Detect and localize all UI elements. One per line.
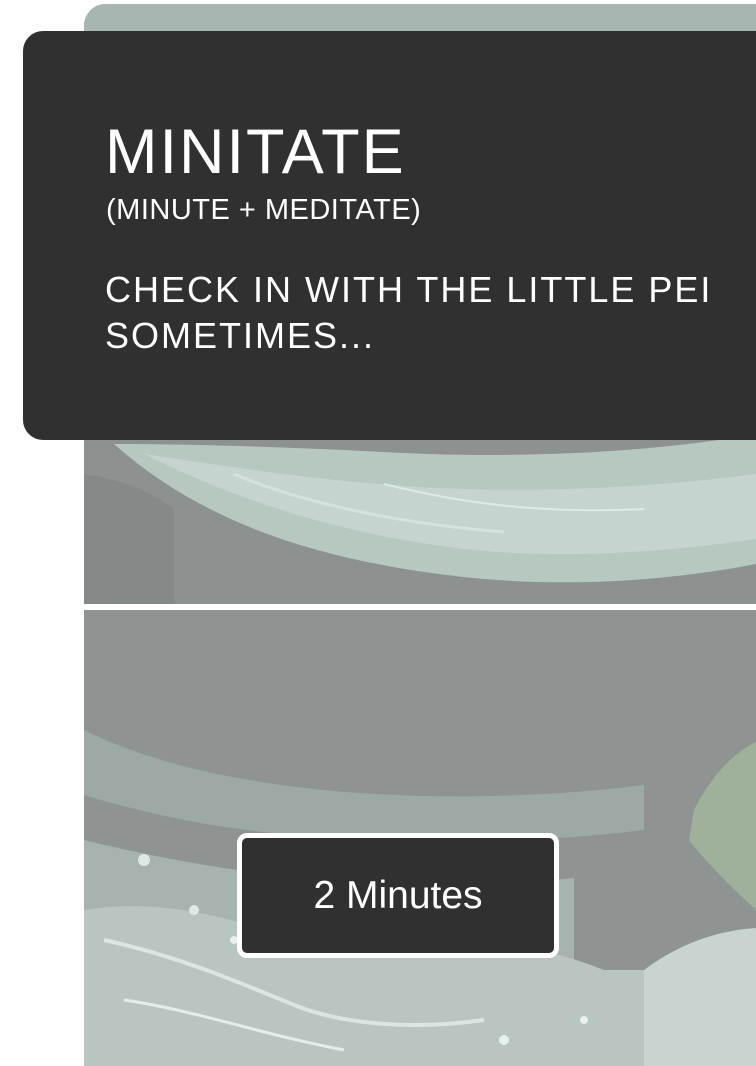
two-minutes-button[interactable]: 2 Minutes <box>237 833 559 958</box>
page-title: MINITATE <box>105 117 406 187</box>
hero-card: MINITATE (MINUTE + MEDITATE) CHECK IN WI… <box>23 31 756 440</box>
hero-description-line-1: CHECK IN WITH THE LITTLE PEI <box>105 269 713 310</box>
hero-description: CHECK IN WITH THE LITTLE PEI SOMETIMES..… <box>105 267 756 359</box>
hero-description-line-2: SOMETIMES... <box>105 315 376 356</box>
page-subtitle: (MINUTE + MEDITATE) <box>106 194 422 226</box>
